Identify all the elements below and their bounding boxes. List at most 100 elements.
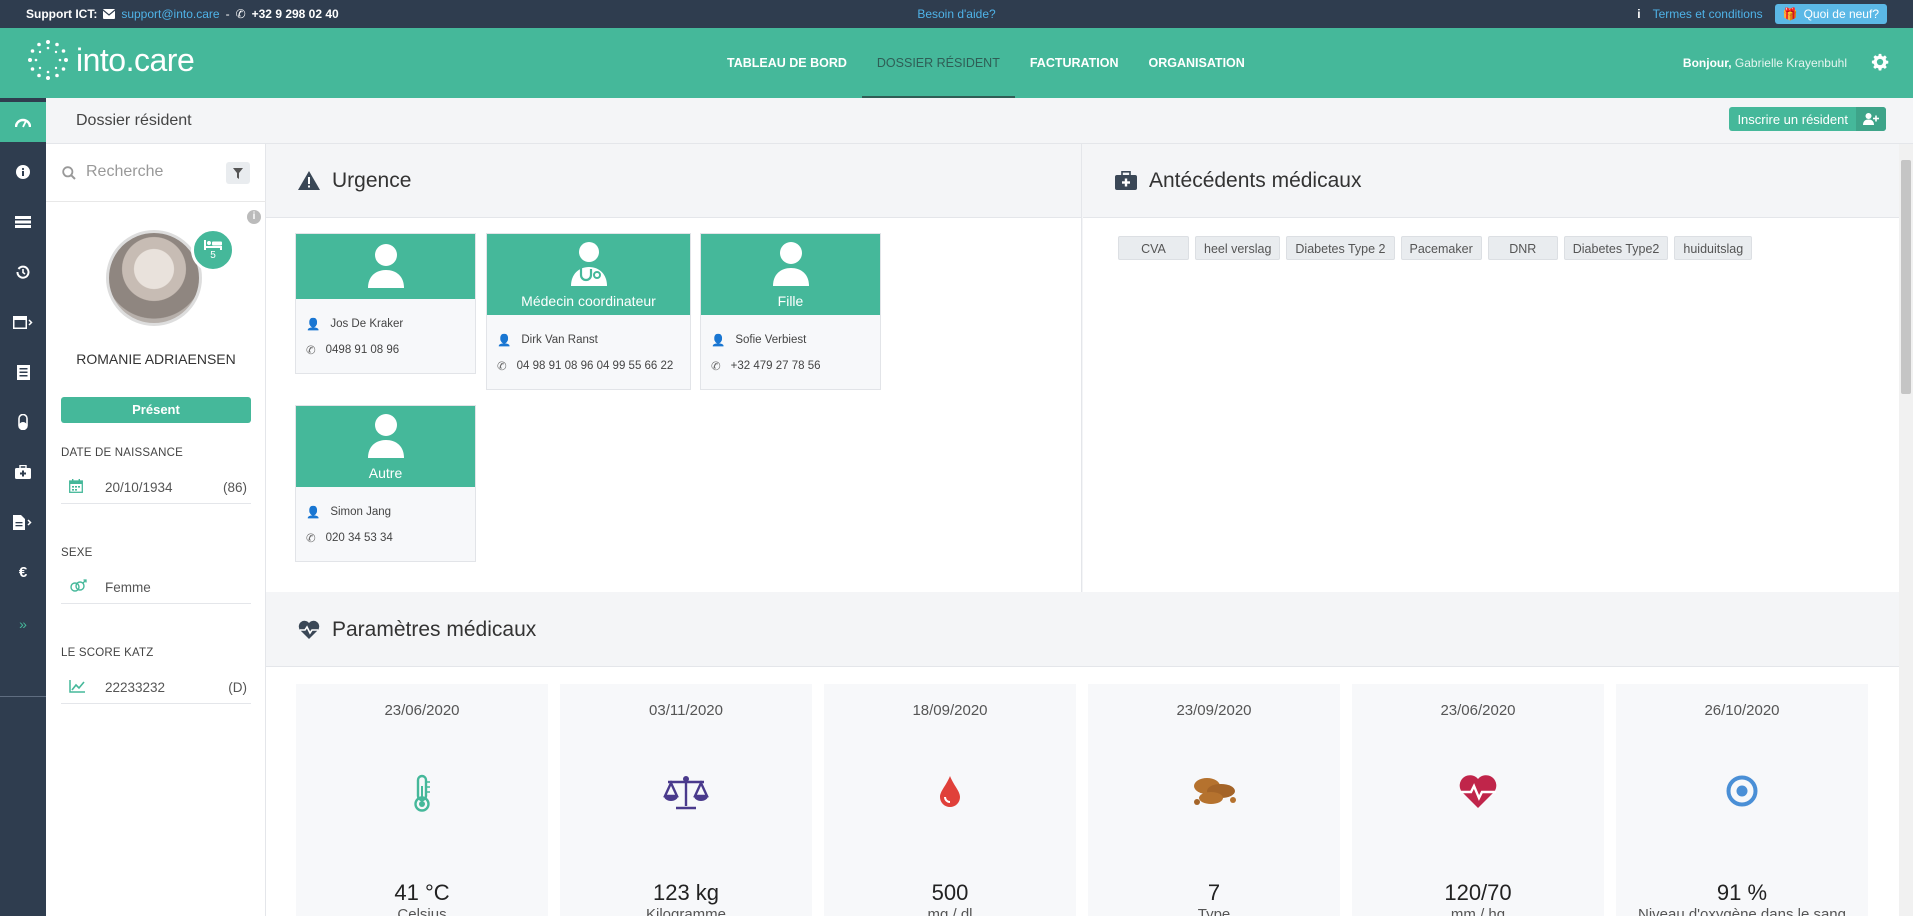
- list-icon: [16, 364, 30, 380]
- info-circle-icon: [16, 165, 30, 179]
- history-tag: heel verslag: [1195, 236, 1281, 260]
- bed-badge: 5: [191, 228, 235, 272]
- search-icon: [62, 166, 76, 180]
- page-scrollbar[interactable]: [1899, 144, 1913, 916]
- envelope-icon: [103, 9, 116, 19]
- contact-phone: +32 479 27 78 56: [730, 360, 821, 372]
- resident-name: ROMANIE ADRIAENSEN: [76, 351, 236, 367]
- parameter-card-temperature[interactable]: 23/06/2020 41 °C Celsius: [296, 684, 548, 916]
- calendar-icon: [61, 479, 91, 496]
- emergency-contact-card[interactable]: 👤 Jos De Kraker ✆ 0498 91 08 96: [295, 233, 476, 374]
- contact-card-header: [296, 234, 475, 299]
- parameter-value: 91 %: [1716, 880, 1768, 905]
- rail-medication[interactable]: [0, 402, 46, 442]
- katz-label: LE SCORE KATZ: [61, 647, 154, 659]
- medical-parameters-header: Paramètres médicaux: [266, 593, 1899, 667]
- emergency-contact-card[interactable]: Médecin coordinateur 👤 Dirk Van Ranst ✆ 04…: [486, 233, 691, 390]
- medkit-icon: [1115, 171, 1137, 190]
- bed-icon: [204, 239, 222, 250]
- history-tag: Pacemaker: [1400, 236, 1482, 260]
- help-link[interactable]: Besoin d'aide?: [917, 7, 995, 21]
- rail-billing[interactable]: €: [0, 552, 46, 592]
- contact-card-header: Autre: [296, 406, 475, 487]
- contact-card-body: 👤 Simon Jang ✆ 020 34 53 34: [296, 487, 475, 551]
- nav-tableau-de-bord[interactable]: TABLEAU DE BORD: [712, 28, 862, 98]
- rail-history[interactable]: [0, 252, 46, 292]
- parameter-card-glucose[interactable]: 18/09/2020 500 mg / dl: [824, 684, 1076, 916]
- contact-role: Fille: [777, 293, 804, 309]
- double-chevron-right-icon: »: [19, 616, 27, 632]
- doctor-icon: [571, 242, 607, 286]
- support-email-link[interactable]: support@into.care: [121, 7, 219, 21]
- history-icon: [16, 265, 30, 279]
- parameter-value: 123 kg: [652, 880, 720, 905]
- rail-dashboard[interactable]: [0, 102, 46, 142]
- resident-info-icon[interactable]: i: [247, 210, 261, 224]
- nav-facturation[interactable]: FACTURATION: [1015, 28, 1134, 98]
- parameter-value: 500: [931, 880, 969, 905]
- main-nav: TABLEAU DE BORD DOSSIER RÉSIDENT FACTURA…: [712, 28, 1260, 98]
- urgence-panel: Urgence 👤 Jos De Kraker ✆ 0498 91 08 96 Mé…: [266, 144, 1082, 592]
- parameter-date: 23/09/2020: [1176, 702, 1252, 719]
- contact-phone: 0498 91 08 96: [325, 344, 400, 356]
- parameter-card-blood-pressure[interactable]: 23/06/2020 120/70 mm / hg: [1352, 684, 1604, 916]
- rail-expand[interactable]: »: [0, 604, 46, 644]
- katz-class: (D): [228, 680, 247, 695]
- parameter-unit: mm / hg: [1450, 906, 1506, 916]
- emergency-contact-card[interactable]: Autre 👤 Simon Jang ✆ 020 34 53 34: [295, 405, 476, 562]
- user-greeting[interactable]: Bonjour, Gabrielle Krayenbuhl: [1683, 56, 1847, 70]
- rail-list[interactable]: [0, 352, 46, 392]
- history-tag: Diabetes Type 2: [1286, 236, 1395, 260]
- gift-icon: 🎁: [1782, 7, 1798, 21]
- rail-medical-kit[interactable]: [0, 452, 46, 492]
- person-icon: 👤: [306, 507, 321, 519]
- filter-button[interactable]: [226, 162, 250, 184]
- support-phone: +32 9 298 02 40: [251, 7, 339, 21]
- filter-icon: [233, 167, 243, 179]
- nav-organisation[interactable]: ORGANISATION: [1134, 28, 1260, 98]
- support-label: Support ICT:: [26, 7, 98, 21]
- contact-name: Jos De Kraker: [330, 318, 404, 330]
- medical-parameters-title: Paramètres médicaux: [332, 617, 537, 641]
- contact-role: Médecin coordinateur: [521, 293, 656, 309]
- user-icon: [368, 244, 404, 288]
- rail-calendar[interactable]: [0, 302, 46, 342]
- scrollbar-thumb[interactable]: [1901, 160, 1911, 394]
- urgence-title: Urgence: [332, 168, 412, 192]
- parameter-card-stool[interactable]: 23/09/2020 7 Type: [1088, 684, 1340, 916]
- whats-new-button[interactable]: 🎁 Quoi de neuf?: [1774, 4, 1887, 24]
- nav-dossier-resident[interactable]: DOSSIER RÉSIDENT: [861, 28, 1015, 98]
- parameter-unit: Type: [1197, 906, 1231, 916]
- rail-documents[interactable]: [0, 502, 46, 542]
- parameter-card-weight[interactable]: 03/11/2020 123 kg Kilogramme: [560, 684, 812, 916]
- medkit-icon: [15, 465, 31, 479]
- phone-icon: ✆: [711, 361, 721, 373]
- gear-icon[interactable]: [1871, 53, 1889, 71]
- medical-history-header: Antécédents médicaux: [1083, 144, 1899, 218]
- rail-records[interactable]: [0, 202, 46, 242]
- euro-icon: €: [18, 563, 28, 581]
- age-value: (86): [222, 480, 247, 495]
- logo[interactable]: into.care: [26, 38, 195, 82]
- terms-link[interactable]: Termes et conditions: [1653, 7, 1763, 21]
- sex-row: Femme: [61, 572, 251, 604]
- oxygen-icon: [1726, 775, 1758, 807]
- heartbeat-icon: [298, 620, 320, 639]
- rail-info[interactable]: [0, 152, 46, 192]
- contact-card-body: 👤 Dirk Van Ranst ✆ 04 98 91 08 96 04 99 55…: [487, 315, 690, 379]
- contact-phone: 020 34 53 34: [325, 532, 393, 544]
- parameter-card-oxygen[interactable]: 26/10/2020 91 % Niveau d'oxygène dans le…: [1616, 684, 1868, 916]
- contact-card-header: Médecin coordinateur: [487, 234, 690, 315]
- logo-text: into.care: [76, 41, 195, 78]
- phone-icon: ✆: [497, 361, 507, 373]
- sex-value: Femme: [105, 580, 151, 595]
- support-separator: -: [225, 7, 230, 21]
- resident-avatar: [106, 230, 202, 326]
- register-resident-button[interactable]: Inscrire un résident: [1729, 107, 1886, 131]
- scale-icon: [663, 776, 709, 810]
- emergency-contact-card[interactable]: Fille 👤 Sofie Verbiest ✆ +32 479 27 78 56: [700, 233, 881, 390]
- contact-name: Sofie Verbiest: [735, 334, 807, 346]
- user-icon: [773, 242, 809, 286]
- parameter-value: 41 °C: [394, 880, 450, 905]
- search-input[interactable]: Recherche: [86, 163, 163, 181]
